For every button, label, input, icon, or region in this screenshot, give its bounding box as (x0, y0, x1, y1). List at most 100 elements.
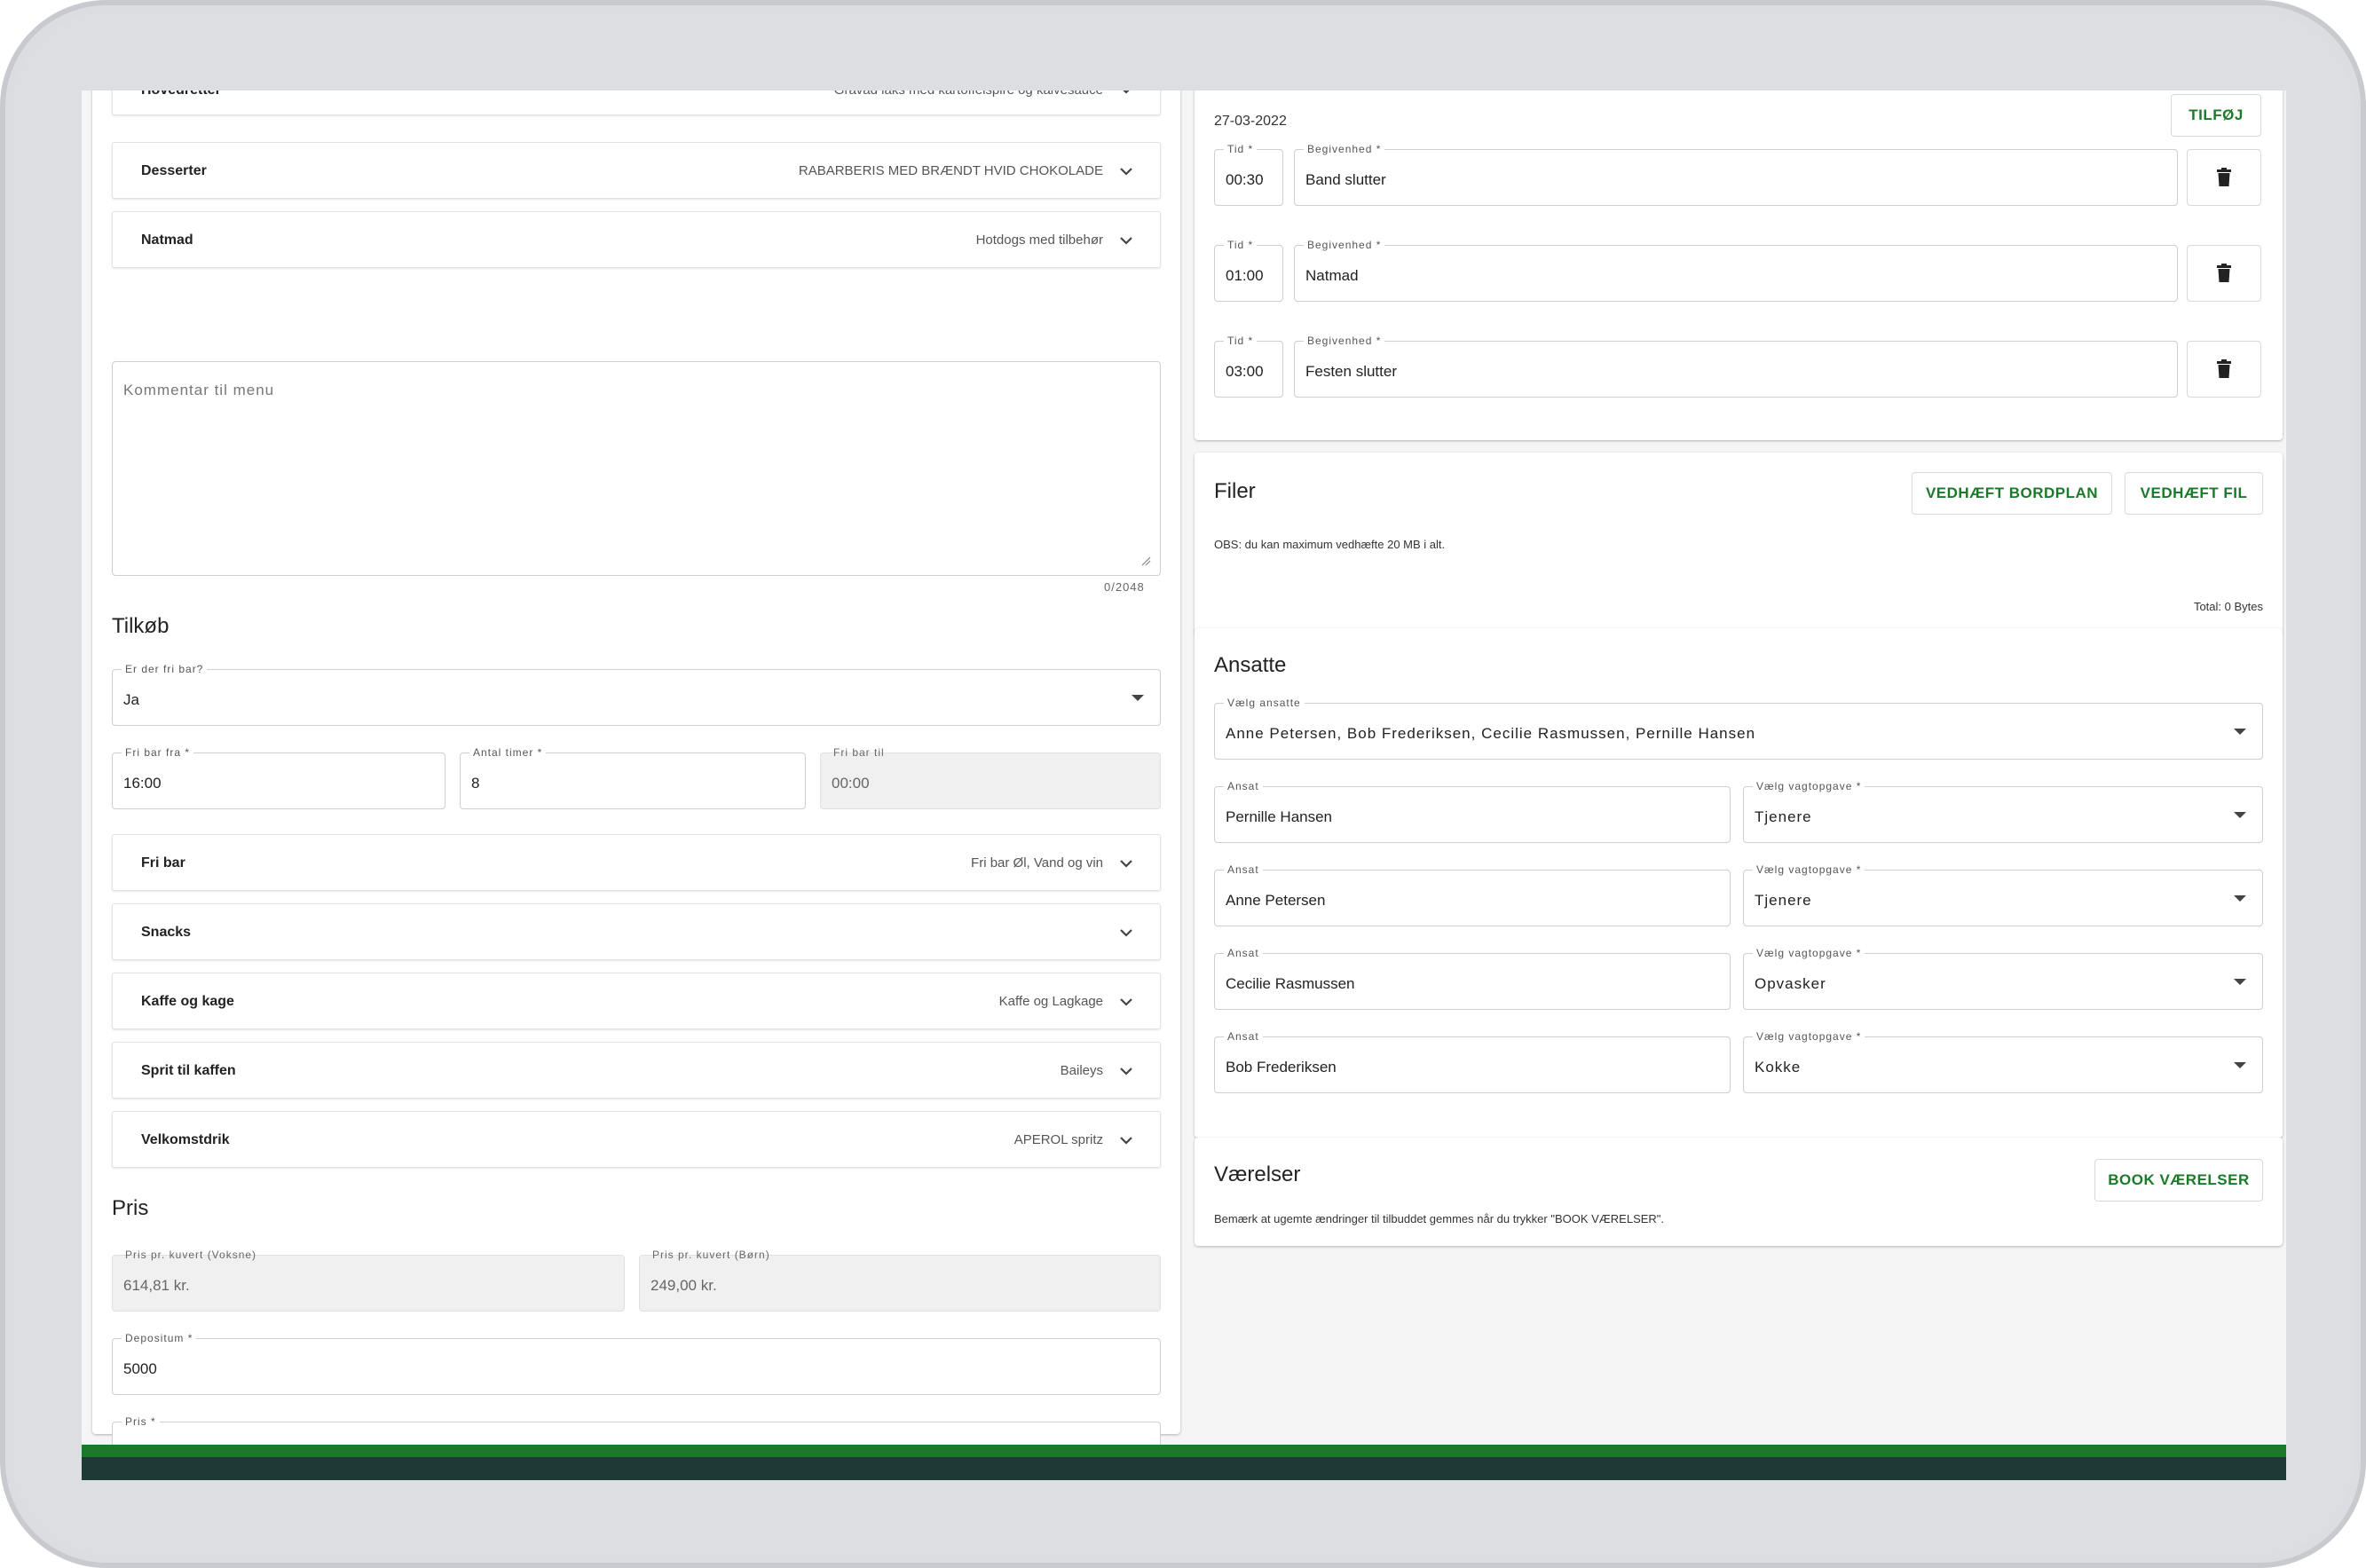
menu-card: Hovedretter Gravad laks med kartoffelspi… (92, 91, 1180, 1478)
chevron-down-icon (1120, 929, 1132, 937)
add-program-button[interactable]: TILFØJ (2171, 94, 2261, 137)
attach-table-plan-button[interactable]: VEDHÆFT BORDPLAN (1912, 472, 2112, 515)
vagtopgave-select[interactable]: Vælg vagtopgave * Kokke (1743, 1029, 2263, 1093)
fri-bar-til-input: Fri bar til 00:00 (820, 746, 1161, 809)
tilkob-row-value: Baileys (1060, 1063, 1103, 1078)
vagtopgave-select[interactable]: Vælg vagtopgave * Opvasker (1743, 946, 2263, 1010)
tilkob-row-title: Fri bar (141, 855, 185, 871)
tilkob-row-title: Sprit til kaffen (141, 1063, 236, 1078)
tid-input[interactable]: Tid * 01:00 (1214, 238, 1283, 302)
field-label: Pris pr. kuvert (Voksne) (125, 1249, 257, 1261)
vaerelser-note: Bemærk at ugemte ændringer til tilbuddet… (1214, 1212, 1665, 1225)
field-label: Fri bar til (833, 746, 885, 759)
trash-icon (2217, 359, 2231, 378)
field-label: Antal timer * (469, 745, 547, 760)
delete-button[interactable] (2187, 149, 2261, 206)
tilkob-row-velkomstdrik[interactable]: Velkomstdrik APEROL spritz (112, 1111, 1161, 1168)
chevron-down-icon (1120, 237, 1132, 245)
tilkob-row-sprit[interactable]: Sprit til kaffen Baileys (112, 1042, 1161, 1099)
dropdown-arrow-icon (2234, 895, 2246, 902)
field-value: Anne Petersen, Bob Frederiksen, Cecilie … (1226, 725, 1756, 742)
filer-card: Filer VEDHÆFT BORDPLAN VEDHÆFT FIL OBS: … (1195, 453, 2283, 634)
field-value: 01:00 (1226, 267, 1264, 284)
tilkob-title: Tilkøb (112, 614, 170, 638)
chevron-down-icon (1120, 998, 1132, 1006)
field-value: Anne Petersen (1226, 892, 1326, 909)
ansat-input[interactable]: Ansat Cecilie Rasmussen (1214, 946, 1731, 1010)
fri-bar-select[interactable]: Er der fri bar? Ja (112, 662, 1161, 726)
tilkob-row-snacks[interactable]: Snacks (112, 903, 1161, 960)
menu-row-natmad[interactable]: Natmad Hotdogs med tilbehør (112, 211, 1161, 268)
tilkob-row-title: Kaffe og kage (141, 994, 234, 1009)
dropdown-arrow-icon (2234, 812, 2246, 818)
delete-button[interactable] (2187, 245, 2261, 302)
menu-comment-counter: 0/2048 (1104, 580, 1145, 594)
chevron-down-icon (1123, 91, 1130, 94)
ansat-input[interactable]: Ansat Pernille Hansen (1214, 779, 1731, 843)
select-employees[interactable]: Vælg ansatte Anne Petersen, Bob Frederik… (1214, 696, 2263, 760)
menu-row-desserter[interactable]: Desserter RABARBERIS MED BRÆNDT HVID CHO… (112, 142, 1161, 199)
menu-row-hovedretter[interactable]: Hovedretter Gravad laks med kartoffelspi… (112, 91, 1161, 115)
tid-input[interactable]: Tid * 03:00 (1214, 334, 1283, 398)
vagtopgave-select[interactable]: Vælg vagtopgave * Tjenere (1743, 779, 2263, 843)
ansatte-title: Ansatte (1214, 653, 1287, 677)
screen: Hovedretter Gravad laks med kartoffelspi… (82, 91, 2286, 1480)
field-value: Tjenere (1755, 892, 1812, 909)
tilkob-row-kaffe[interactable]: Kaffe og kage Kaffe og Lagkage (112, 973, 1161, 1029)
field-label: Pris pr. kuvert (Børn) (652, 1249, 770, 1261)
menu-row-value: RABARBERIS MED BRÆNDT HVID CHOKOLADE (798, 163, 1103, 178)
book-rooms-button[interactable]: BOOK VÆRELSER (2094, 1159, 2263, 1202)
field-value: Pernille Hansen (1226, 808, 1333, 825)
field-value: Cecilie Rasmussen (1226, 975, 1355, 992)
begivenhed-input[interactable]: Begivenhed * Band slutter (1294, 142, 2178, 206)
chevron-down-icon (1120, 168, 1132, 176)
field-value: Ja (123, 691, 139, 708)
begivenhed-input[interactable]: Begivenhed * Natmad (1294, 238, 2178, 302)
antal-timer-input[interactable]: Antal timer * 8 (460, 745, 806, 809)
field-value: Tjenere (1755, 808, 1812, 825)
field-label: Ansat (1224, 779, 1263, 793)
field-value: 5000 (123, 1360, 157, 1377)
field-label: Vælg vagtopgave * (1753, 946, 1865, 960)
field-value: Festen slutter (1305, 363, 1397, 380)
menu-comment-placeholder: Kommentar til menu (123, 382, 275, 398)
tilkob-row-value: Fri bar Øl, Vand og vin (971, 855, 1103, 871)
field-value: Band slutter (1305, 171, 1386, 188)
field-label: Vælg ansatte (1224, 696, 1305, 710)
vagtopgave-select[interactable]: Vælg vagtopgave * Tjenere (1743, 863, 2263, 926)
chevron-down-icon (1120, 860, 1132, 868)
attach-file-button[interactable]: VEDHÆFT FIL (2125, 472, 2263, 515)
resize-grip-icon[interactable] (1140, 555, 1151, 566)
menu-row-title: Natmad (141, 232, 193, 248)
tilkob-row-title: Snacks (141, 925, 192, 940)
field-value: 03:00 (1226, 363, 1264, 380)
menu-row-title: Hovedretter (141, 91, 221, 98)
pris-born-input: Pris pr. kuvert (Børn) 249,00 kr. (639, 1249, 1161, 1312)
menu-comment-textarea[interactable]: Kommentar til menu (112, 361, 1161, 576)
menu-row-title: Desserter (141, 163, 207, 178)
trash-icon (2217, 264, 2231, 282)
delete-button[interactable] (2187, 341, 2261, 398)
tid-input[interactable]: Tid * 00:30 (1214, 142, 1283, 206)
ansat-input[interactable]: Ansat Bob Frederiksen (1214, 1029, 1731, 1093)
field-label: Fri bar fra * (122, 745, 194, 760)
vaerelser-title: Værelser (1214, 1162, 1301, 1186)
depositum-input[interactable]: Depositum * 5000 (112, 1331, 1161, 1395)
dropdown-arrow-icon (2234, 729, 2246, 735)
fri-bar-fra-input[interactable]: Fri bar fra * 16:00 (112, 745, 446, 809)
dropdown-arrow-icon (2234, 979, 2246, 985)
field-label: Ansat (1224, 863, 1263, 877)
field-label: Tid * (1224, 238, 1258, 252)
tilkob-row-value: Kaffe og Lagkage (998, 994, 1103, 1009)
tilkob-row-fri-bar[interactable]: Fri bar Fri bar Øl, Vand og vin (112, 834, 1161, 891)
field-value: 16:00 (123, 775, 162, 792)
begivenhed-input[interactable]: Begivenhed * Festen slutter (1294, 334, 2178, 398)
ansat-input[interactable]: Ansat Anne Petersen (1214, 863, 1731, 926)
dropdown-arrow-icon (2234, 1062, 2246, 1068)
filer-note: OBS: du kan maximum vedhæfte 20 MB i alt… (1214, 538, 1446, 551)
tilkob-row-title: Velkomstdrik (141, 1132, 230, 1147)
field-label: Tid * (1224, 334, 1258, 348)
field-label: Ansat (1224, 1029, 1263, 1044)
ansatte-card: Ansatte Vælg ansatte Anne Petersen, Bob … (1195, 628, 2283, 1138)
field-label: Begivenhed * (1304, 238, 1385, 252)
